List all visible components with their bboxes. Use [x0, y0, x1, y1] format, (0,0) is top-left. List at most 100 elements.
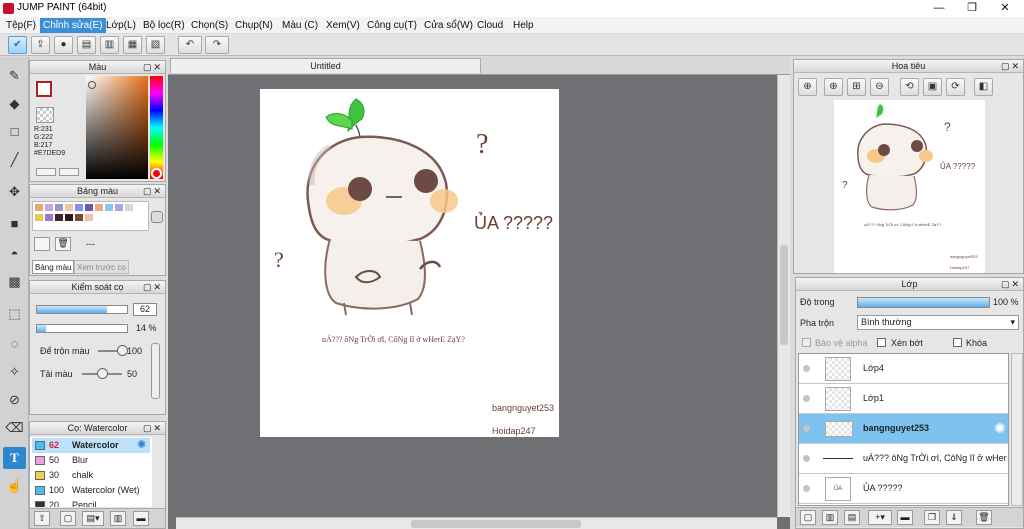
grid-icon[interactable]: ▧ — [146, 36, 165, 54]
protect-alpha-checkbox[interactable] — [802, 338, 811, 347]
restore-button[interactable]: ❐ — [955, 0, 989, 17]
canvas-horizontal-scrollbar[interactable] — [176, 517, 777, 529]
rotate-left-icon[interactable]: ⟲ — [900, 78, 919, 96]
palette-scroll[interactable] — [151, 211, 163, 223]
transparent-color-swatch[interactable] — [36, 107, 54, 123]
color-mode-button[interactable] — [36, 168, 56, 176]
hue-slider[interactable] — [150, 76, 163, 179]
zoom-in-icon[interactable]: ⊕ — [824, 78, 843, 96]
scrollbar-thumb[interactable] — [411, 520, 581, 528]
layer-row[interactable]: uÁ??? ôNg TrỜi ơI, CôNg Iĩ ở wHer — [799, 444, 1008, 474]
menu-file[interactable]: Tệp(F) — [3, 18, 39, 33]
layer-row[interactable]: bangnguyet253 ✺ — [799, 414, 1008, 444]
palette-swatch[interactable] — [45, 204, 53, 211]
palette-swatch[interactable] — [105, 204, 113, 211]
export-icon[interactable]: ⇪ — [31, 36, 50, 54]
palette-swatch[interactable] — [115, 204, 123, 211]
select-pen-tool-icon[interactable]: ⊘ — [3, 389, 26, 411]
brush-menu-icon[interactable]: ▤▾ — [82, 511, 104, 526]
menu-layer[interactable]: Lớp(L) — [103, 18, 139, 33]
brush-size-slider[interactable] — [36, 305, 128, 314]
message-icon[interactable]: ▤ — [77, 36, 96, 54]
palette-swatch[interactable] — [55, 214, 63, 221]
check-icon[interactable]: ✔ — [8, 36, 27, 54]
new-palette-icon[interactable] — [34, 237, 50, 251]
select-eraser-tool-icon[interactable]: ⌫ — [3, 417, 26, 439]
visibility-icon[interactable] — [803, 425, 810, 432]
line-tool-icon[interactable]: ╱ — [3, 149, 26, 171]
new-brush-icon[interactable]: ▢ — [60, 511, 76, 526]
gradient-tool-icon[interactable]: ▩ — [3, 271, 26, 293]
lock-checkbox[interactable] — [953, 338, 962, 347]
palette-swatch[interactable] — [35, 214, 43, 221]
layer-opacity-slider[interactable] — [857, 297, 990, 308]
panel-close-icon[interactable]: ▢✕ — [1001, 61, 1021, 71]
palette-swatch[interactable] — [125, 204, 133, 211]
brush-item[interactable]: 50 Blur — [32, 453, 150, 468]
panel-close-icon[interactable]: ▢✕ — [143, 282, 163, 292]
visibility-icon[interactable] — [803, 485, 810, 492]
panel-close-icon[interactable]: ▢✕ — [143, 62, 163, 72]
menu-filter[interactable]: Bộ lọc(R) — [140, 18, 188, 33]
trash-icon[interactable]: 🗑 — [55, 237, 71, 251]
scrollbar-thumb[interactable] — [780, 245, 788, 345]
close-button[interactable]: ✕ — [988, 0, 1022, 17]
paint-load-slider[interactable] — [97, 368, 108, 379]
panel-close-icon[interactable]: ▢✕ — [1001, 279, 1021, 289]
lasso-tool-icon[interactable]: ◌ — [3, 333, 26, 355]
hand-tool-icon[interactable]: ☝ — [3, 475, 26, 497]
rect-tool-icon[interactable]: □ — [3, 121, 26, 143]
navigator-preview[interactable]: ? ? ỦA ????? uÁ??? ôNg TrỜi ơI, CôNg Iĩ … — [834, 100, 985, 273]
palette-swatch[interactable] — [35, 204, 43, 211]
folder-icon[interactable]: ▬ — [133, 511, 149, 526]
menu-select[interactable]: Chọn(S) — [188, 18, 231, 33]
tab-brush-preview[interactable]: Xem trước cọ — [74, 260, 129, 274]
layer-row[interactable]: Lớp4 — [799, 354, 1008, 384]
palette-swatch[interactable] — [95, 204, 103, 211]
color-sv-picker[interactable] — [86, 76, 148, 179]
new-folder-icon[interactable]: ▤ — [844, 510, 860, 525]
tab-palette[interactable]: Bảng màu — [32, 260, 75, 274]
rotate-reset-icon[interactable]: ▣ — [923, 78, 942, 96]
page-icon[interactable]: ▦ — [123, 36, 142, 54]
brush-item[interactable]: 30 chalk — [32, 468, 150, 483]
brush-tool-icon[interactable]: ✎ — [3, 65, 26, 87]
undo-icon[interactable]: ↶ — [178, 36, 202, 54]
menu-capture[interactable]: Chụp(N) — [232, 18, 276, 33]
palette-swatch[interactable] — [75, 214, 83, 221]
palette-swatch[interactable] — [55, 204, 63, 211]
upload-icon[interactable]: ⇧ — [34, 511, 50, 526]
layer-settings-icon[interactable]: ✺ — [994, 420, 1006, 437]
zoom-out-icon[interactable]: ⊖ — [870, 78, 889, 96]
comment-icon[interactable]: ● — [54, 36, 73, 54]
palette-swatch[interactable] — [45, 214, 53, 221]
folder-icon[interactable]: ▬ — [897, 510, 913, 525]
menu-color[interactable]: Màu (C) — [279, 18, 321, 33]
visibility-icon[interactable] — [803, 365, 810, 372]
brush-opacity-slider[interactable] — [36, 324, 128, 333]
panel-close-icon[interactable]: ▢✕ — [143, 423, 163, 433]
text-tool-icon[interactable]: T — [3, 447, 26, 469]
layer-row[interactable]: ỦA ????? ỦA ????? — [799, 474, 1008, 504]
flip-icon[interactable]: ◧ — [974, 78, 993, 96]
visibility-icon[interactable] — [803, 455, 810, 462]
clip-checkbox[interactable] — [877, 338, 886, 347]
palette-swatch[interactable] — [65, 214, 73, 221]
brush-control-scrollbar[interactable] — [151, 343, 160, 399]
palette-swatch[interactable] — [85, 204, 93, 211]
panel-close-icon[interactable]: ▢✕ — [143, 186, 163, 196]
bucket-tool-icon[interactable]: ◓ — [3, 243, 26, 265]
tab-untitled[interactable]: Untitled — [170, 58, 481, 73]
menu-view[interactable]: Xem(V) — [323, 18, 363, 33]
merge-icon[interactable]: ⇓ — [946, 510, 962, 525]
brush-item[interactable]: 100 Watercolor (Wet) — [32, 483, 150, 498]
palette-swatch[interactable] — [75, 204, 83, 211]
layer-row[interactable]: Lớp1 — [799, 384, 1008, 414]
menu-help[interactable]: Help — [510, 18, 537, 33]
palette-swatch[interactable] — [65, 204, 73, 211]
color-swap-button[interactable] — [59, 168, 79, 176]
fill-rect-tool-icon[interactable]: ■ — [3, 213, 26, 235]
rotate-right-icon[interactable]: ⟳ — [946, 78, 965, 96]
duplicate-icon[interactable]: ❐ — [924, 510, 940, 525]
canvas-vertical-scrollbar[interactable] — [777, 75, 790, 517]
